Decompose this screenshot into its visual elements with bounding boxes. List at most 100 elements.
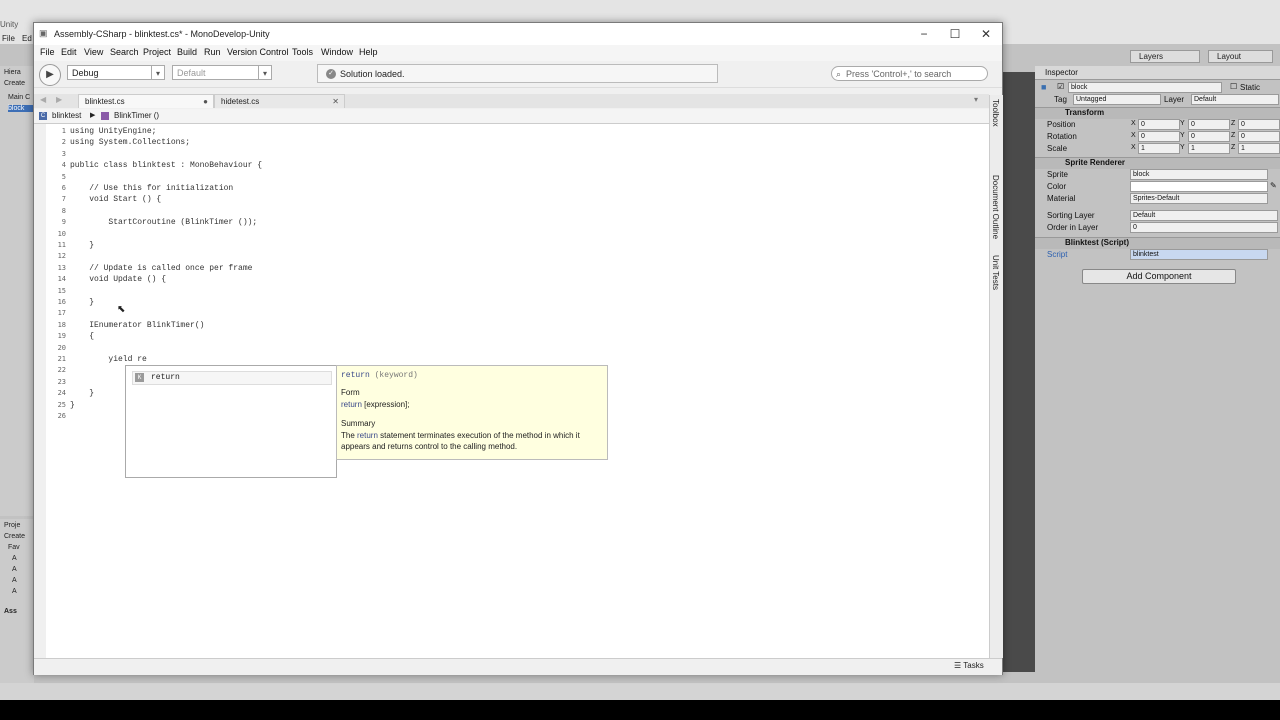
pad-toolbox[interactable]: Toolbox [991,99,1000,127]
close-tab-icon[interactable]: ✕ [332,95,339,109]
favorite-item[interactable]: A [12,555,17,562]
line-number: 14 [57,275,66,284]
sprite-row: Sprite block [1035,169,1280,180]
eyedropper-icon[interactable]: ✎ [1270,181,1277,190]
rotation-y[interactable]: 0 [1188,131,1230,142]
line-number: 25 [57,400,66,409]
scale-x[interactable]: 1 [1138,143,1180,154]
code-line[interactable]: void Start () { [70,195,161,204]
project-create[interactable]: Create [4,533,25,540]
menubar: File Edit View Search Project Build Run … [34,45,1002,61]
minimize-icon[interactable]: − [909,25,939,43]
active-checkbox[interactable]: ☑ [1057,82,1064,91]
scale-y[interactable]: 1 [1188,143,1230,154]
hierarchy-main-camera[interactable]: Main C [8,94,30,101]
hierarchy-tab[interactable]: Hiera [4,69,21,76]
position-x[interactable]: 0 [1138,119,1180,130]
line-number: 6 [61,184,66,192]
layer-dropdown[interactable]: Default [1191,94,1279,105]
favorite-item[interactable]: A [12,588,17,595]
menu-project[interactable]: Project [143,47,171,57]
tab-list-icon[interactable]: ▾ [974,95,978,104]
menu-view[interactable]: View [84,47,103,57]
script-component-header[interactable]: Blinktest (Script) [1035,237,1280,249]
code-line[interactable]: } [70,401,75,410]
material-field[interactable]: Sprites-Default [1130,193,1268,204]
sorting-layer-dropdown[interactable]: Default [1130,210,1278,221]
mouse-cursor-icon: ⬉ [117,304,126,315]
hierarchy-create[interactable]: Create [4,80,25,87]
tag-dropdown[interactable]: Untagged [1073,94,1161,105]
code-line[interactable]: public class blinktest : MonoBehaviour { [70,161,262,170]
layout-dropdown[interactable]: Layout [1208,50,1273,63]
nav-back-icon[interactable]: ◀ [40,95,46,104]
favorite-item[interactable]: A [12,566,17,573]
script-field[interactable]: blinktest [1130,249,1268,260]
breadcrumb-class[interactable]: blinktest [52,109,81,123]
menu-window[interactable]: Window [321,47,353,57]
close-icon[interactable]: ✕ [971,25,1001,43]
menu-help[interactable]: Help [359,47,378,57]
static-checkbox[interactable]: ☐ [1230,82,1237,91]
window-titlebar[interactable]: ▣ Assembly-CSharp - blinktest.cs* - Mono… [34,23,1002,45]
object-name-field[interactable]: block [1068,82,1222,93]
document-tabs: ◀ ▶ blinktest.cs ● hidetest.cs ✕ ▾ [34,94,989,108]
code-line[interactable]: } [70,241,94,250]
object-name-row: ■ ☑ block ☐ Static [1035,82,1280,93]
unity-menu-edit[interactable]: Ed [22,34,32,43]
code-line[interactable]: { [70,332,94,341]
chevron-down-icon: ▾ [258,66,271,79]
order-in-layer-field[interactable]: 0 [1130,222,1278,233]
platform-select[interactable]: Default ▾ [172,65,272,80]
menu-version-control[interactable]: Version Control [227,47,289,57]
search-input[interactable]: ⌕ Press 'Control+,' to search [831,66,988,81]
configuration-select[interactable]: Debug ▾ [67,65,165,80]
pad-document-outline[interactable]: Document Outline [991,175,1000,239]
menu-tools[interactable]: Tools [292,47,313,57]
favorite-item[interactable]: A [12,577,17,584]
inspector-tab[interactable]: Inspector [1035,66,1280,80]
rotation-x[interactable]: 0 [1138,131,1180,142]
unity-menu-file[interactable]: File [2,34,15,43]
scale-z[interactable]: 1 [1238,143,1280,154]
code-line[interactable]: IEnumerator BlinkTimer() [70,321,204,330]
menu-build[interactable]: Build [177,47,197,57]
code-line[interactable]: } [70,298,94,307]
run-button[interactable]: ▶ [39,64,61,86]
code-line[interactable]: using System.Collections; [70,138,190,147]
code-line[interactable]: // Update is called once per frame [70,264,252,273]
menu-edit[interactable]: Edit [61,47,77,57]
window-title: Assembly-CSharp - blinktest.cs* - MonoDe… [54,29,270,39]
tasks-button[interactable]: ☰ Tasks [954,661,984,670]
position-y[interactable]: 0 [1188,119,1230,130]
menu-search[interactable]: Search [110,47,139,57]
code-line[interactable]: StartCoroutine (BlinkTimer ()); [70,218,257,227]
menu-file[interactable]: File [40,47,55,57]
transform-header[interactable]: Transform [1035,107,1280,119]
color-field[interactable] [1130,181,1268,192]
sprite-field[interactable]: block [1130,169,1268,180]
pad-unit-tests[interactable]: Unit Tests [991,255,1000,290]
sprite-renderer-header[interactable]: Sprite Renderer [1035,157,1280,169]
breadcrumb-method[interactable]: BlinkTimer () [114,109,159,123]
add-component-button[interactable]: Add Component [1082,269,1236,284]
code-line[interactable]: } [70,389,94,398]
layers-dropdown[interactable]: Layers [1130,50,1200,63]
nav-forward-icon[interactable]: ▶ [56,95,62,104]
maximize-icon[interactable]: ☐ [940,25,970,43]
play-icon: ▶ [46,69,54,80]
completion-item-return[interactable]: K return [132,371,332,385]
tab-hidetest[interactable]: hidetest.cs ✕ [214,94,345,108]
tab-blinktest[interactable]: blinktest.cs ● [78,94,214,108]
code-line[interactable]: // Use this for initialization [70,184,233,193]
menu-run[interactable]: Run [204,47,221,57]
rotation-z[interactable]: 0 [1238,131,1280,142]
modified-dot-icon[interactable]: ● [203,95,208,109]
code-line[interactable]: yield re [70,355,146,364]
position-z[interactable]: 0 [1238,119,1280,130]
code-line[interactable]: using UnityEngine; [70,127,156,136]
project-tab[interactable]: Proje [4,522,20,529]
hierarchy-block[interactable]: block [8,105,34,112]
code-line[interactable]: void Update () { [70,275,166,284]
completion-tooltip: return (keyword) Form return [expression… [336,365,608,460]
